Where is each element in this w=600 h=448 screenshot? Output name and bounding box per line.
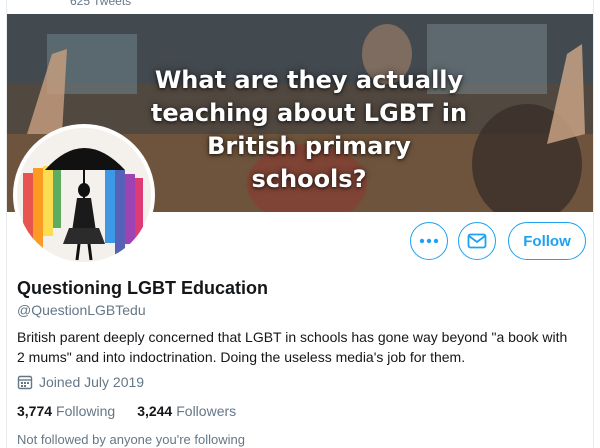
banner-headline-line3: British primary schools? [207, 132, 411, 193]
profile-name: Questioning LGBT Education [17, 278, 268, 298]
avatar-image [17, 128, 151, 262]
tweet-count: 625 Tweets [70, 0, 132, 8]
following-label: Following [56, 403, 116, 419]
following-stat[interactable]: 3,774 Following [17, 403, 115, 419]
followers-stat[interactable]: 3,244 Followers [137, 403, 236, 419]
message-button[interactable] [458, 222, 496, 260]
followers-count: 3,244 [137, 403, 173, 419]
joined-date-text: Joined July 2019 [39, 374, 145, 390]
more-options-button[interactable] [410, 222, 448, 260]
calendar-icon [17, 375, 33, 390]
banner-headline: What are they actually teaching about LG… [149, 64, 469, 196]
not-followed-notice: Not followed by anyone you're following [17, 432, 245, 447]
avatar[interactable] [13, 124, 155, 266]
frame-border-right [593, 0, 594, 448]
banner-headline-line1: What are they actually [154, 66, 464, 94]
follow-button[interactable]: Follow [508, 222, 586, 260]
more-dots-icon [419, 238, 439, 244]
profile-handle[interactable]: @QuestionLGBTedu [17, 302, 146, 318]
profile-stats: 3,774 Following 3,244 Followers [17, 403, 258, 419]
following-count: 3,774 [17, 403, 53, 419]
envelope-icon [467, 233, 487, 249]
followers-label: Followers [176, 403, 237, 419]
profile-bio: British parent deeply concerned that LGB… [17, 329, 568, 365]
joined-date: Joined July 2019 [17, 374, 144, 390]
banner-headline-line2: teaching about LGBT in [150, 99, 468, 127]
